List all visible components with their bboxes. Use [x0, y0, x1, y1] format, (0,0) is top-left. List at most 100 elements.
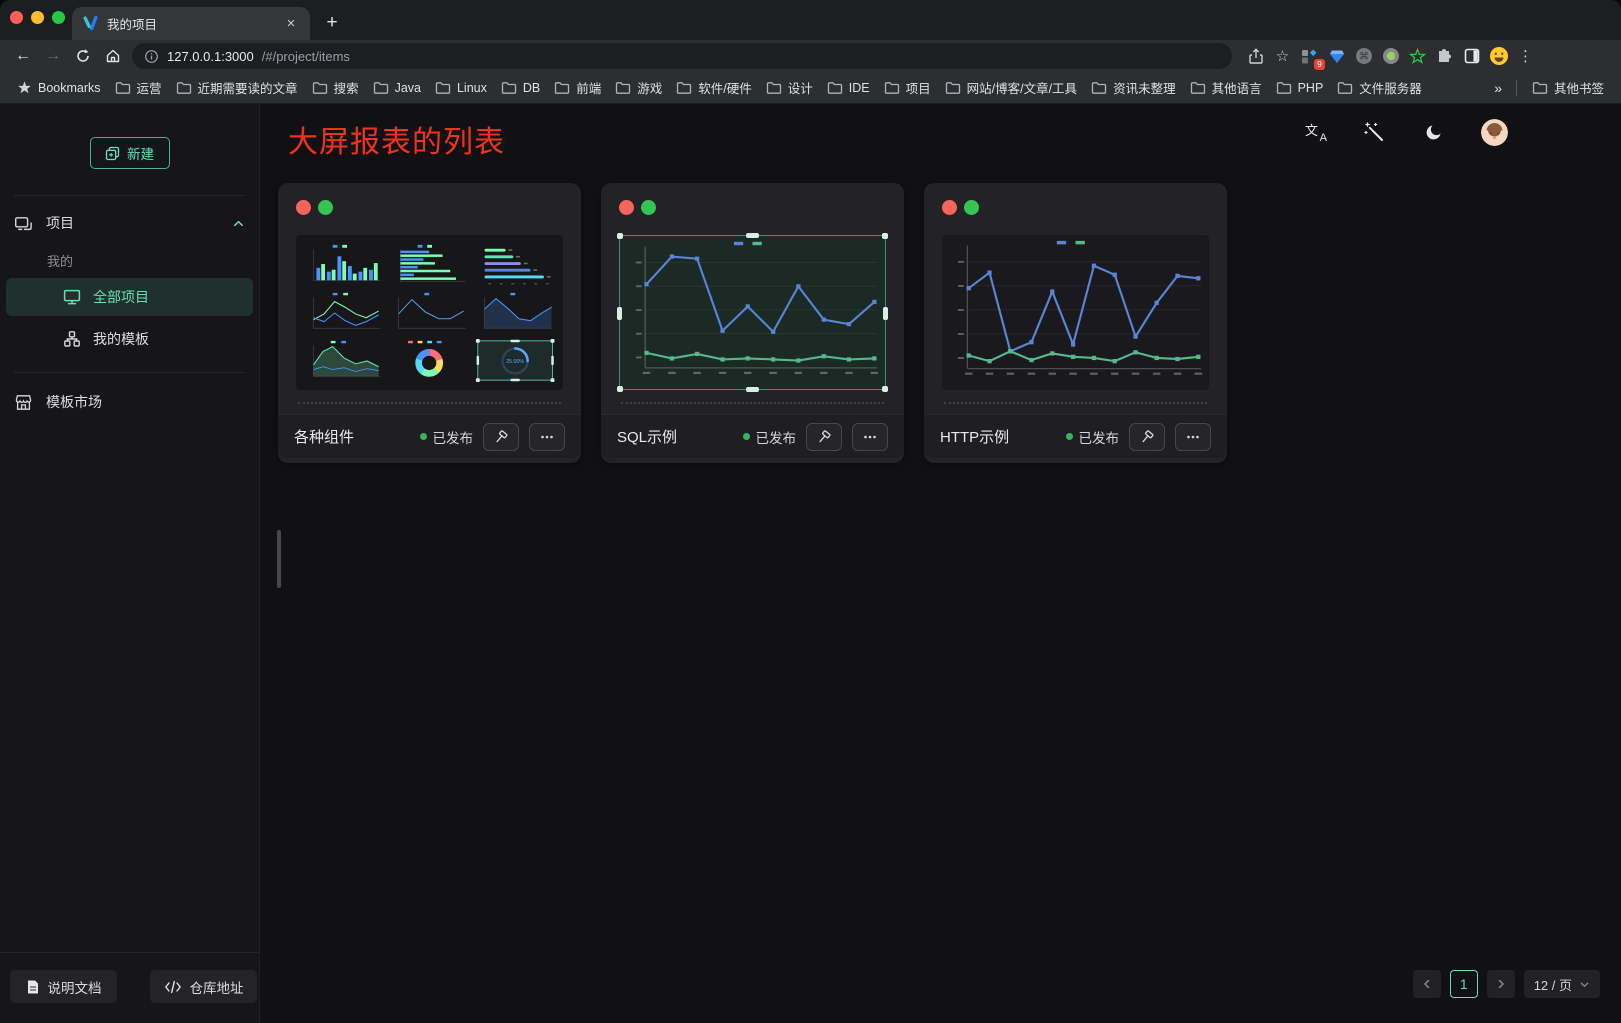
folder-icon: [1276, 81, 1292, 95]
bookmark-folder[interactable]: DB: [494, 78, 547, 98]
prev-page-button[interactable]: [1413, 970, 1441, 998]
bookmark-folder[interactable]: 近期需要读的文章: [169, 75, 305, 100]
page-size-select[interactable]: 12 / 页: [1524, 970, 1600, 998]
selection-handle[interactable]: [617, 386, 623, 392]
selection-handle[interactable]: [617, 307, 622, 320]
bookmark-folder[interactable]: 资讯未整理: [1084, 75, 1183, 100]
sidebar-group-my-label: 我的: [0, 244, 259, 276]
hammer-icon: [816, 429, 832, 445]
project-card[interactable]: SQL示例 已发布: [601, 183, 904, 463]
bookmark-folder-label: IDE: [849, 81, 870, 95]
extension-recorder-icon[interactable]: [1377, 43, 1404, 69]
new-tab-button[interactable]: +: [318, 9, 346, 37]
bookmark-star-button[interactable]: ☆: [1269, 43, 1296, 69]
profile-avatar-button[interactable]: [1485, 43, 1512, 69]
bookmark-folder[interactable]: 设计: [759, 75, 820, 100]
chevron-left-icon: [1421, 978, 1433, 990]
bookmarks-overflow-chevron[interactable]: »: [1488, 80, 1508, 96]
bookmark-folder[interactable]: Java: [366, 78, 428, 98]
sidebar-item-template-market[interactable]: 模板市场: [0, 381, 259, 423]
language-toggle-button[interactable]: 文A: [1305, 122, 1327, 142]
bookmark-folder[interactable]: 游戏: [608, 75, 669, 100]
selection-handle[interactable]: [882, 233, 888, 239]
folder-icon: [676, 81, 692, 95]
chrome-menu-button[interactable]: ⋮: [1512, 43, 1539, 69]
other-bookmarks-folder[interactable]: 其他书签: [1525, 75, 1611, 100]
edit-project-button[interactable]: [1129, 423, 1165, 451]
sidebar-group-project[interactable]: 项目: [0, 202, 259, 244]
bookmark-folder[interactable]: 网站/博客/文章/工具: [938, 75, 1084, 100]
folder-icon: [884, 81, 900, 95]
edit-project-button[interactable]: [806, 423, 842, 451]
current-page-button[interactable]: 1: [1450, 970, 1478, 998]
selection-handle[interactable]: [617, 233, 623, 239]
bookmark-folder[interactable]: 软件/硬件: [669, 75, 758, 100]
bookmark-folder-label: PHP: [1298, 81, 1324, 95]
status-label: 已发布: [433, 427, 474, 447]
selection-handle[interactable]: [882, 386, 888, 392]
tab-close-icon[interactable]: ×: [282, 15, 300, 33]
home-button[interactable]: [98, 43, 128, 69]
mini-line-chart: [388, 290, 470, 335]
site-info-icon[interactable]: [144, 49, 159, 64]
line-chart: [942, 235, 1209, 390]
chevron-up-icon[interactable]: [232, 217, 245, 230]
sidebar-item-my-templates[interactable]: 我的模板: [6, 320, 253, 358]
card-preview-widgets[interactable]: 25.00%: [296, 235, 563, 390]
bookmark-folder[interactable]: PHP: [1269, 78, 1331, 98]
folder-icon: [312, 81, 328, 95]
user-avatar[interactable]: [1481, 119, 1508, 146]
code-icon: [164, 980, 182, 994]
maximize-window-button[interactable]: [52, 11, 65, 24]
bookmark-folder[interactable]: 运营: [108, 75, 169, 100]
folder-icon: [945, 81, 961, 95]
selection-handle[interactable]: [746, 233, 759, 238]
share-button[interactable]: [1242, 43, 1269, 69]
storefront-icon: [14, 393, 33, 412]
browser-tab[interactable]: 我的项目 ×: [72, 7, 310, 40]
bookmark-folder-label: 搜索: [334, 78, 359, 97]
minimize-window-button[interactable]: [31, 11, 44, 24]
repo-button[interactable]: 仓库地址: [150, 970, 257, 1003]
extension-star-icon[interactable]: [1404, 43, 1431, 69]
extensions-puzzle-button[interactable]: [1431, 43, 1458, 69]
edit-project-button[interactable]: [483, 423, 519, 451]
theme-wand-button[interactable]: [1361, 119, 1387, 145]
bookmark-folder[interactable]: 项目: [877, 75, 938, 100]
extension-command-icon[interactable]: ⌘: [1350, 43, 1377, 69]
folder-icon: [501, 81, 517, 95]
scrollbar-thumb[interactable]: [277, 530, 281, 588]
project-card[interactable]: HTTP示例 已发布: [924, 183, 1227, 463]
project-card[interactable]: 25.00% 各种组件 已发布: [278, 183, 581, 463]
bookmark-folder-label: 其他语言: [1212, 78, 1262, 97]
bookmark-folder[interactable]: IDE: [820, 78, 877, 98]
sidebar-item-all-projects[interactable]: 全部项目: [6, 278, 253, 316]
selection-handle[interactable]: [883, 307, 888, 320]
bookmark-folder[interactable]: 搜索: [305, 75, 366, 100]
extension-tabs-icon[interactable]: 9: [1296, 43, 1323, 69]
next-page-button[interactable]: [1487, 970, 1515, 998]
selection-handle[interactable]: [746, 387, 759, 392]
forward-button[interactable]: →: [38, 43, 68, 69]
card-preview-chart[interactable]: [942, 235, 1209, 390]
bookmark-folder[interactable]: 文件服务器: [1330, 75, 1429, 100]
back-button[interactable]: ←: [8, 43, 38, 69]
bookmarks-manager-link[interactable]: Bookmarks: [10, 77, 108, 98]
reload-button[interactable]: [68, 43, 98, 69]
more-actions-button[interactable]: [529, 423, 565, 451]
folder-icon: [373, 81, 389, 95]
bookmark-folder[interactable]: Linux: [428, 78, 494, 98]
new-project-button[interactable]: 新建: [90, 137, 170, 169]
bookmark-folder[interactable]: 前端: [547, 75, 608, 100]
card-preview-chart-selected[interactable]: [619, 235, 886, 390]
more-actions-button[interactable]: [852, 423, 888, 451]
dark-mode-button[interactable]: [1421, 119, 1447, 145]
bookmark-folder[interactable]: 其他语言: [1183, 75, 1269, 100]
docs-button[interactable]: 说明文档: [10, 970, 117, 1003]
extension-gem-icon[interactable]: [1323, 43, 1350, 69]
address-bar[interactable]: 127.0.0.1:3000/#/project/items: [132, 43, 1232, 69]
more-actions-button[interactable]: [1175, 423, 1211, 451]
close-window-button[interactable]: [10, 11, 23, 24]
side-panel-button[interactable]: [1458, 43, 1485, 69]
reload-icon: [75, 48, 91, 64]
